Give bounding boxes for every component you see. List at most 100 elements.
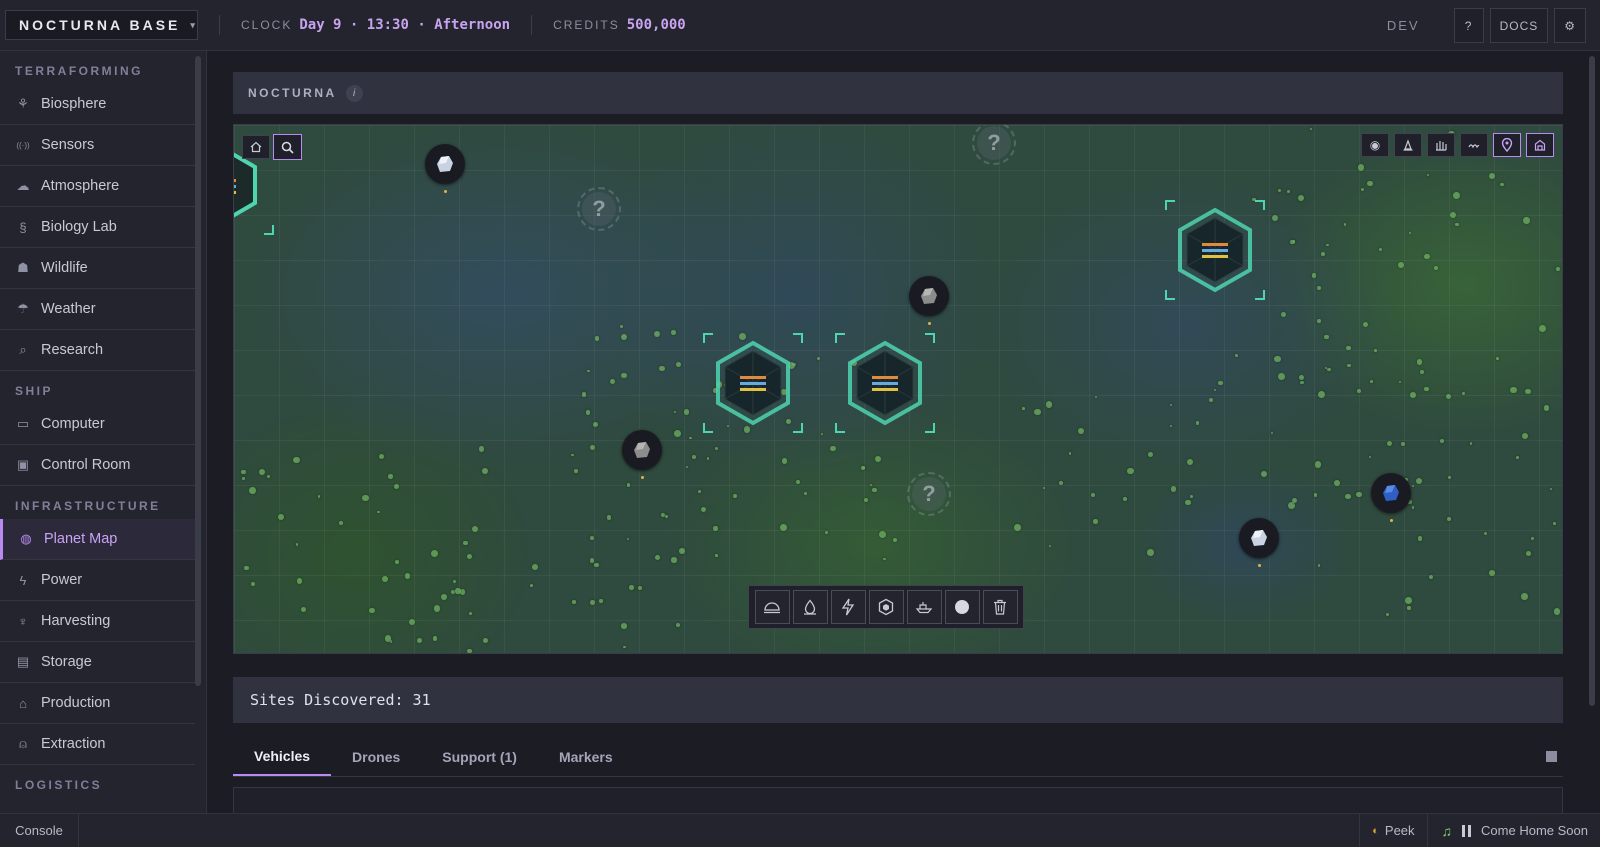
- unknown-site-marker[interactable]: ?: [907, 472, 951, 516]
- sidebar-item-biosphere[interactable]: ⚘ Biosphere: [0, 84, 195, 125]
- resource-node[interactable]: [1239, 518, 1279, 567]
- sidebar-item-computer[interactable]: ▭ Computer: [0, 404, 195, 445]
- circle-icon: [955, 600, 969, 614]
- credits-value: 500,000: [626, 17, 686, 33]
- base-selector[interactable]: NOCTURNA BASE ▾: [5, 10, 198, 40]
- sites-discovered: Sites Discovered: 31: [233, 677, 1563, 723]
- sidebar-item-wildlife[interactable]: ☗ Wildlife: [0, 248, 195, 289]
- sidebar-item-harvesting[interactable]: ♆ Harvesting: [0, 601, 195, 642]
- sidebar-item-label: Biology Lab: [41, 219, 117, 235]
- sidebar-item-label: Computer: [41, 416, 105, 432]
- sidebar-section-title: INFRASTRUCTURE: [15, 499, 161, 513]
- map-layer-controls: ◉: [1361, 133, 1554, 157]
- layer-beacon-button[interactable]: [1394, 133, 1422, 157]
- sidebar-item-biology-lab[interactable]: § Biology Lab: [0, 207, 195, 248]
- build-water-button[interactable]: [792, 590, 828, 624]
- ship-icon: [915, 602, 933, 614]
- sidebar-section-title: LOGISTICS: [15, 778, 103, 792]
- stone-ore-icon: [921, 288, 937, 304]
- selection-corner: [835, 333, 845, 343]
- selection-corner: [793, 333, 803, 343]
- list-view-icon[interactable]: [1546, 751, 1557, 762]
- resource-node[interactable]: [909, 276, 949, 325]
- build-ship-button[interactable]: [906, 590, 942, 624]
- hex-base-icon: [848, 340, 922, 426]
- sidebar-item-power[interactable]: ϟ Power: [0, 560, 195, 601]
- sidebar-item-extraction[interactable]: ⍝ Extraction: [0, 724, 195, 765]
- build-dome-button[interactable]: [754, 590, 790, 624]
- unknown-site-label: ?: [582, 192, 616, 226]
- tab-markers[interactable]: Markers: [538, 737, 634, 776]
- harvest-icon: ♆: [18, 613, 28, 629]
- unknown-site-label: ?: [912, 477, 946, 511]
- bottom-bar: Console ◐ Peek ♫ Come Home Soon: [0, 813, 1600, 847]
- factory-icon: ⌂: [19, 695, 27, 711]
- tab-drones[interactable]: Drones: [331, 737, 421, 776]
- waves-icon: [1468, 144, 1480, 149]
- help-button[interactable]: ?: [1453, 8, 1484, 43]
- sidebar-item-label: Production: [41, 695, 111, 711]
- build-hex-button[interactable]: [868, 590, 904, 624]
- main-content: NOCTURNA i ◉ ? ? ? Sites Discovered: 31 …: [207, 51, 1600, 817]
- clock-value: Day 9 · 13:30 · Afternoon: [299, 17, 511, 33]
- peek-button[interactable]: ◐ Peek: [1359, 814, 1426, 847]
- selection-corner: [1255, 290, 1265, 300]
- build-power-button[interactable]: [830, 590, 866, 624]
- selection-corner: [1255, 200, 1265, 210]
- sidebar-item-storage[interactable]: ▤ Storage: [0, 642, 195, 683]
- home-icon: [250, 141, 262, 153]
- sidebar-item-production[interactable]: ⌂ Production: [0, 683, 195, 724]
- tab-vehicles[interactable]: Vehicles: [233, 737, 332, 776]
- sidebar-item-planet-map[interactable]: ◍ Planet Map: [0, 519, 195, 560]
- divider: [531, 15, 533, 35]
- base-name: NOCTURNA BASE: [19, 17, 181, 33]
- layer-waves-button[interactable]: [1460, 133, 1488, 157]
- sidebar-scrollbar[interactable]: [195, 56, 201, 686]
- sidebar-item-sensors[interactable]: ((·)) Sensors: [0, 125, 195, 166]
- city-icon: [1436, 141, 1447, 151]
- base-site-marker[interactable]: [1165, 200, 1265, 300]
- planet-map[interactable]: ◉ ? ? ?: [233, 124, 1563, 654]
- sidebar-item-control-room[interactable]: ▣ Control Room: [0, 445, 195, 486]
- silver-ore-icon: [437, 156, 453, 172]
- selection-corner: [264, 225, 274, 235]
- main-scrollbar[interactable]: [1589, 56, 1595, 706]
- tab-support[interactable]: Support (1): [421, 737, 538, 776]
- sidebar-item-label: Extraction: [41, 736, 106, 752]
- sidebar-item-label: Storage: [41, 654, 92, 670]
- selection-corner: [835, 423, 845, 433]
- info-icon[interactable]: i: [345, 84, 363, 102]
- settings-button[interactable]: ⚙: [1554, 8, 1586, 43]
- build-marker-button[interactable]: [944, 590, 980, 624]
- layer-city-button[interactable]: [1427, 133, 1455, 157]
- resource-node[interactable]: [425, 144, 465, 193]
- layer-pin-button[interactable]: [1493, 133, 1521, 157]
- base-site-marker[interactable]: [703, 333, 803, 433]
- globe-icon: ◍: [20, 531, 32, 546]
- unknown-site-marker[interactable]: ?: [577, 187, 621, 231]
- base-site-marker[interactable]: [835, 333, 935, 433]
- music-player: ♫ Come Home Soon: [1426, 814, 1600, 847]
- sidebar-item-label: Harvesting: [41, 613, 111, 629]
- bolt-icon: [841, 598, 855, 616]
- console-button[interactable]: Console: [0, 814, 79, 847]
- drill-icon: ⍝: [19, 736, 27, 751]
- resource-node[interactable]: [622, 430, 662, 479]
- clock-label: CLOCK: [241, 18, 293, 32]
- top-right-controls: DEV ? DOCS ⚙: [1387, 8, 1586, 43]
- sidebar-item-atmosphere[interactable]: ☁ Atmosphere: [0, 166, 195, 207]
- map-title: NOCTURNA: [248, 86, 337, 100]
- delete-button[interactable]: [982, 590, 1018, 624]
- selection-corner: [793, 423, 803, 433]
- resource-node[interactable]: [1371, 473, 1411, 522]
- pause-icon[interactable]: [1462, 824, 1472, 837]
- music-note-icon: ♫: [1441, 822, 1453, 839]
- docs-button[interactable]: DOCS: [1489, 8, 1549, 43]
- map-home-button[interactable]: [242, 135, 270, 159]
- signal-icon: ((·)): [16, 140, 30, 150]
- map-search-button[interactable]: [273, 134, 302, 160]
- layer-base-button[interactable]: [1526, 133, 1554, 157]
- layer-visibility-button[interactable]: ◉: [1361, 133, 1389, 157]
- sidebar-item-weather[interactable]: ☂ Weather: [0, 289, 195, 330]
- sidebar-item-research[interactable]: ⌕ Research: [0, 330, 195, 371]
